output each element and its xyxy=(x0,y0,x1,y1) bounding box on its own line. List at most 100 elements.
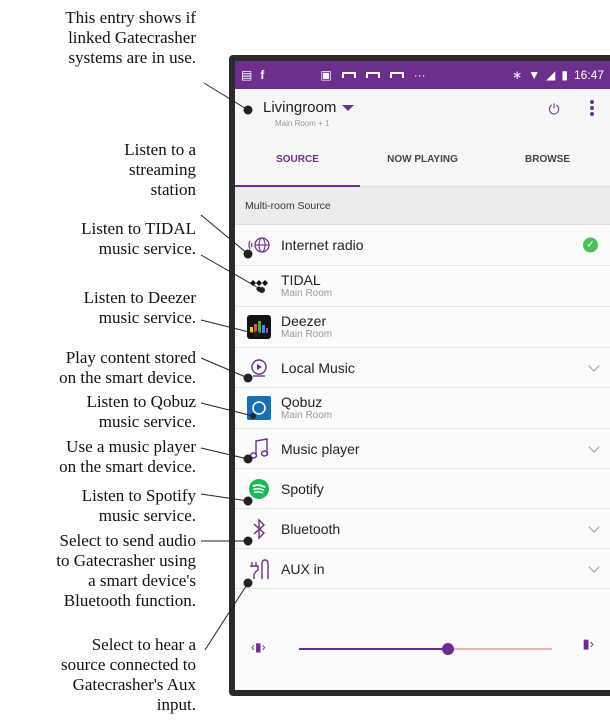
power-icon[interactable]: ⏻ xyxy=(546,101,562,117)
aux-plug-icon xyxy=(247,557,271,581)
callout-line: Play content stored xyxy=(65,348,196,367)
callout-line: Listen to Spotify xyxy=(81,486,196,505)
callout-line: music service. xyxy=(98,506,196,525)
callout-line: streaming xyxy=(128,160,196,179)
chevron-down-icon[interactable] xyxy=(588,359,600,372)
callout-line: Listen to TIDAL xyxy=(81,219,196,238)
callout-line: input. xyxy=(156,695,196,714)
source-name: Qobuz xyxy=(281,394,323,410)
chevron-down-icon[interactable] xyxy=(588,560,600,573)
callout-linked-systems: This entry shows if linked Gatecrasher s… xyxy=(65,8,196,68)
volume-knob[interactable] xyxy=(442,643,455,655)
source-spotify[interactable]: Spotify xyxy=(235,469,610,509)
tab-bar: SOURCE NOW PLAYING BROWSE xyxy=(235,135,610,187)
notification-icon xyxy=(341,72,356,78)
section-header: Multi-room Source xyxy=(235,187,610,225)
source-tidal[interactable]: TIDAL Main Room xyxy=(235,266,610,307)
source-bluetooth[interactable]: Bluetooth xyxy=(235,509,610,549)
callout-deezer: Listen to Deezer music service. xyxy=(84,288,196,328)
callout-line: Select to send audio xyxy=(59,531,196,550)
notification-icon xyxy=(389,72,404,78)
volume-fill xyxy=(299,648,449,650)
callout-line: station xyxy=(150,180,196,199)
tab-source[interactable]: SOURCE xyxy=(235,135,360,187)
callout-line: Listen to Qobuz xyxy=(86,392,196,411)
callout-tidal: Listen to TIDAL music service. xyxy=(81,219,196,259)
callout-line: to Gatecrasher using xyxy=(56,551,196,570)
message-icon: ▤ xyxy=(241,68,253,82)
callout-line: Use a music player xyxy=(66,437,196,456)
tab-browse[interactable]: BROWSE xyxy=(485,135,610,186)
check-icon: ✓ xyxy=(583,237,598,253)
local-music-icon xyxy=(247,356,271,380)
signal-icon: ◢ xyxy=(546,68,556,82)
tidal-icon xyxy=(247,274,271,298)
facebook-icon: f xyxy=(260,68,265,82)
source-name: Music player xyxy=(281,440,360,457)
source-name: Local Music xyxy=(281,359,355,376)
callout-spotify: Listen to Spotify music service. xyxy=(82,486,196,526)
callout-streaming-station: Listen to a streaming station xyxy=(124,140,196,200)
source-name: Deezer xyxy=(281,313,327,329)
callout-line: music service. xyxy=(98,308,196,327)
callout-line: linked Gatecrasher xyxy=(68,28,196,47)
callout-line: source connected to xyxy=(61,655,196,674)
bluetooth-icon xyxy=(247,517,271,541)
source-sub: Main Room xyxy=(281,288,333,299)
source-aux-in[interactable]: AUX in xyxy=(235,549,610,589)
callout-music-player: Use a music player on the smart device. xyxy=(59,437,196,477)
globe-radio-icon xyxy=(247,233,271,257)
callout-line: Listen to Deezer xyxy=(83,288,196,307)
callout-bluetooth: Select to send audio to Gatecrasher usin… xyxy=(56,531,196,611)
callout-line: music service. xyxy=(98,239,196,258)
notification-icon xyxy=(365,72,380,78)
volume-high-icon: ▮› xyxy=(582,636,594,651)
gallery-icon: ▣ xyxy=(320,68,332,82)
callout-aux: Select to hear a source connected to Gat… xyxy=(61,635,196,715)
app-screen: ▤ f ▣ ··· ∗ ▼ ◢ ▮ 16:47 Livingroom Main … xyxy=(235,61,610,690)
callout-line: on the smart device. xyxy=(59,457,196,476)
tab-now-playing[interactable]: NOW PLAYING xyxy=(360,135,485,186)
volume-bar: ‹▮› ▮› xyxy=(235,612,610,690)
source-local-music[interactable]: Local Music xyxy=(235,348,610,388)
callout-line: This entry shows if xyxy=(65,8,196,27)
source-qobuz[interactable]: Qobuz Main Room xyxy=(235,388,610,429)
more-notifications-icon: ··· xyxy=(413,68,426,82)
source-list: Internet radio ✓ TIDAL Main Room Deezer Ma… xyxy=(235,225,610,589)
room-name: Livingroom xyxy=(263,99,337,116)
chevron-down-icon[interactable] xyxy=(588,440,600,453)
callout-line: a smart device's xyxy=(88,571,196,590)
room-subtitle: Main Room + 1 xyxy=(275,119,330,128)
app-header: Livingroom Main Room + 1 ⏻ xyxy=(235,89,610,135)
source-name: Spotify xyxy=(281,480,324,497)
callout-line: Bluetooth function. xyxy=(63,591,196,610)
callout-line: on the smart device. xyxy=(59,368,196,387)
source-sub: Main Room xyxy=(281,410,333,421)
callout-line: Listen to a xyxy=(124,140,196,159)
source-name: AUX in xyxy=(281,560,325,577)
volume-slider[interactable] xyxy=(299,643,552,655)
volume-low-icon: ‹▮› xyxy=(251,640,266,654)
source-sub: Main Room xyxy=(281,329,333,340)
music-note-icon xyxy=(247,437,271,461)
deezer-icon xyxy=(247,315,271,339)
source-music-player[interactable]: Music player xyxy=(235,429,610,469)
caret-down-icon xyxy=(342,105,355,112)
source-name: Internet radio xyxy=(281,237,364,253)
room-selector[interactable]: Livingroom xyxy=(263,99,355,116)
status-time: 16:47 xyxy=(573,68,604,82)
spotify-icon xyxy=(247,477,271,501)
overflow-menu-icon[interactable] xyxy=(588,99,596,119)
phone-frame: ▤ f ▣ ··· ∗ ▼ ◢ ▮ 16:47 Livingroom Main … xyxy=(229,55,610,696)
callout-qobuz: Listen to Qobuz music service. xyxy=(86,392,196,432)
battery-icon: ▮ xyxy=(561,68,568,82)
source-name: TIDAL xyxy=(281,272,321,288)
source-internet-radio[interactable]: Internet radio ✓ xyxy=(235,225,610,266)
chevron-down-icon[interactable] xyxy=(588,520,600,533)
source-name: Bluetooth xyxy=(281,520,341,537)
wifi-icon: ▼ xyxy=(528,68,541,82)
callout-line: Select to hear a xyxy=(91,635,196,654)
callout-line: systems are in use. xyxy=(68,48,196,67)
callout-line: Gatecrasher's Aux xyxy=(72,675,196,694)
source-deezer[interactable]: Deezer Main Room xyxy=(235,307,610,348)
